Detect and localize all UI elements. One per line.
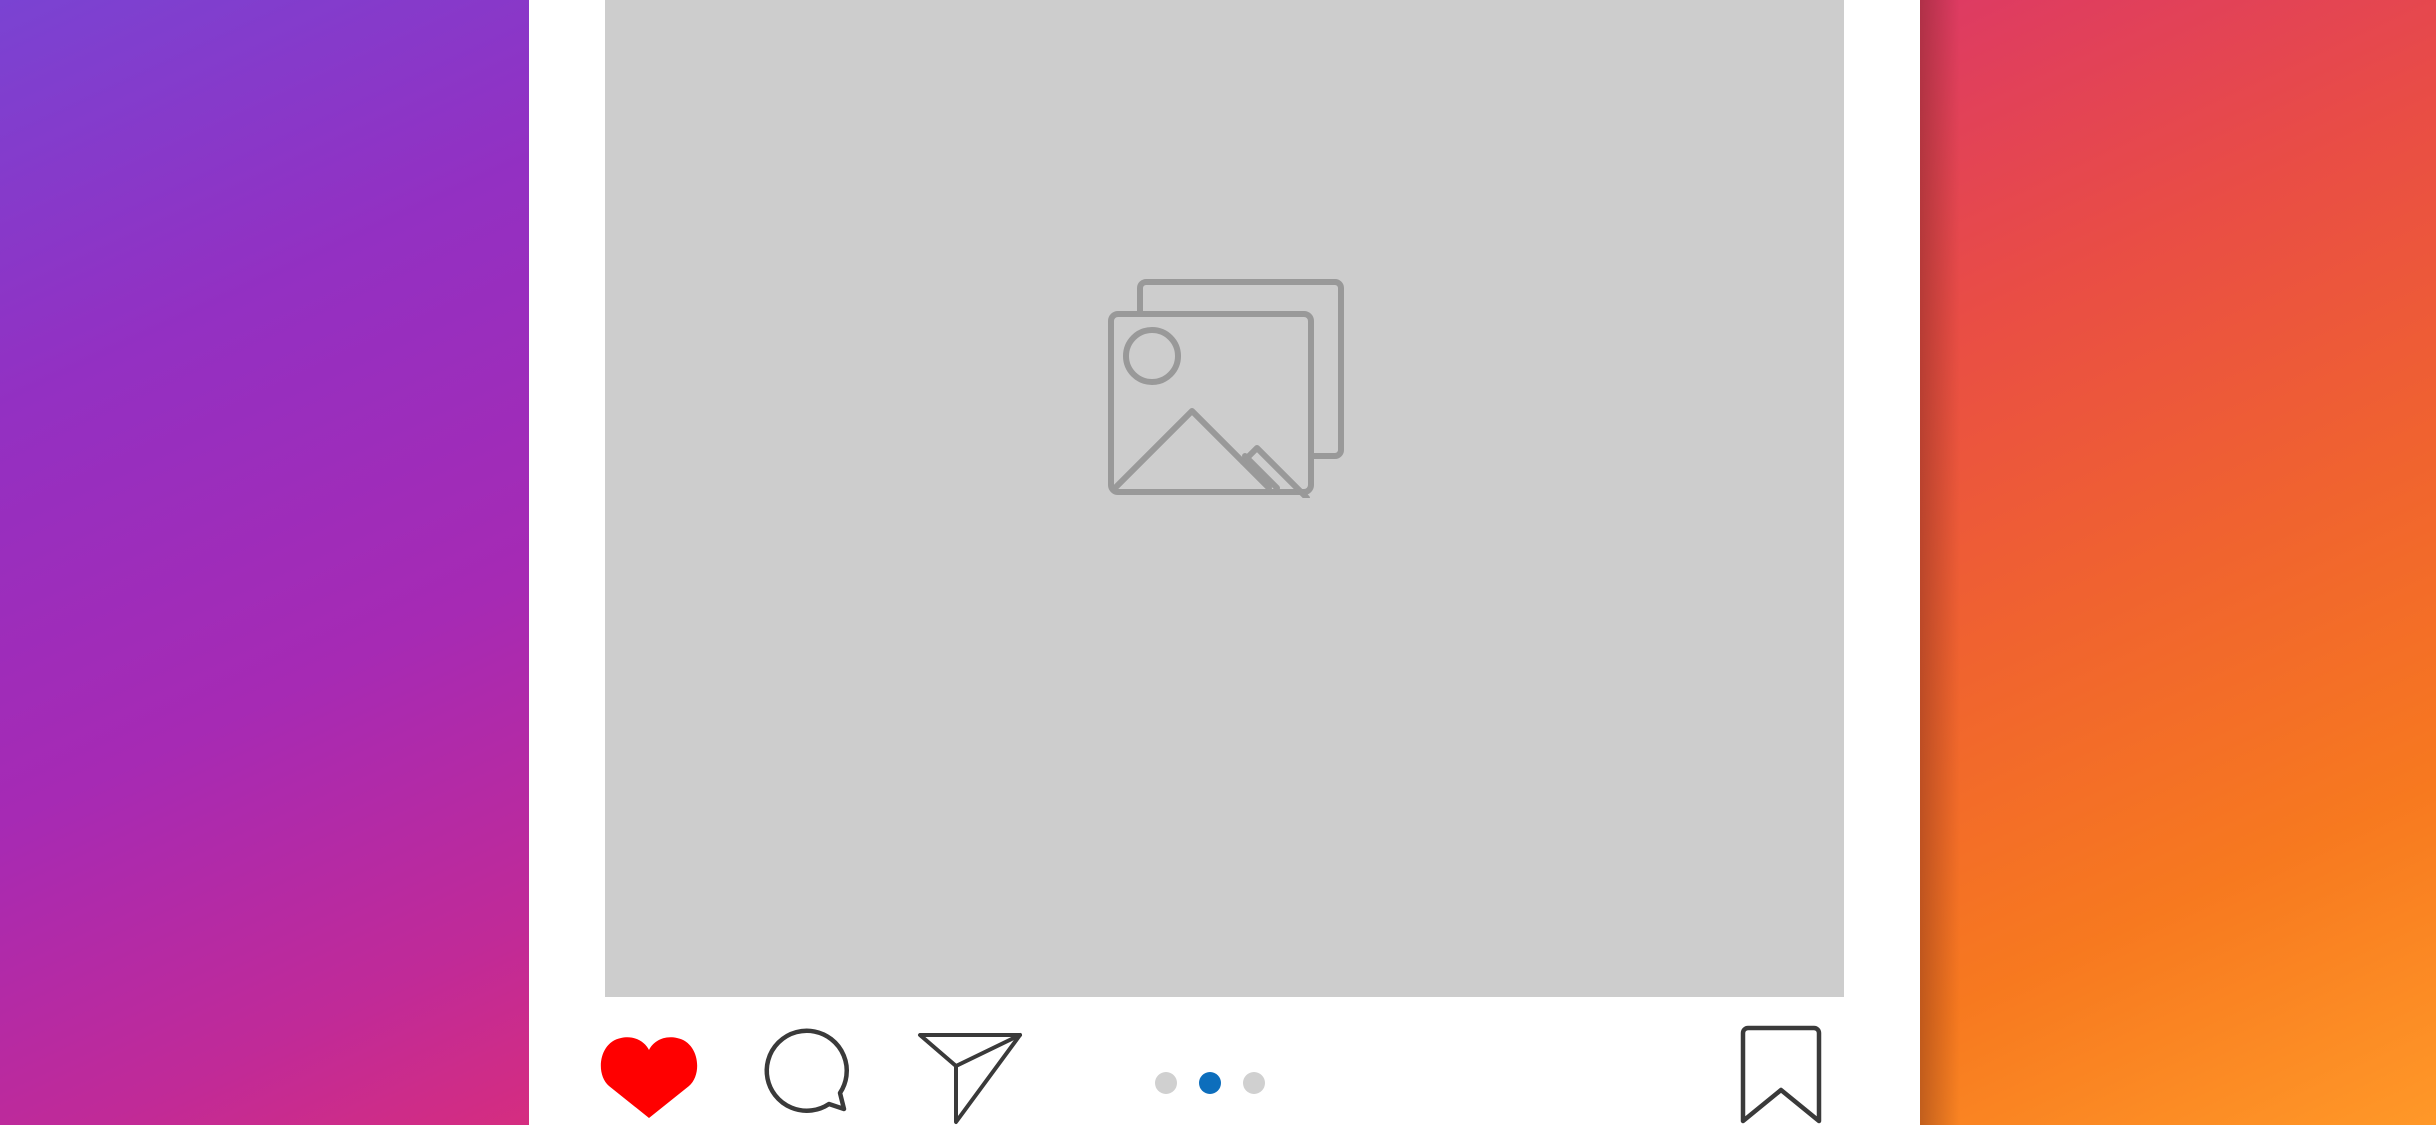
post-card: [529, 0, 1920, 1125]
carousel-indicator: [1155, 1072, 1277, 1094]
comment-bubble-icon[interactable]: [763, 1027, 853, 1117]
carousel-dot[interactable]: [1243, 1072, 1265, 1094]
background-gradient-right: [1920, 0, 2436, 1125]
carousel-dot-active[interactable]: [1199, 1072, 1221, 1094]
paper-plane-icon[interactable]: [916, 1030, 1026, 1125]
background-gradient-left: [0, 0, 529, 1125]
image-gallery-icon: [1108, 279, 1344, 498]
carousel-dot[interactable]: [1155, 1072, 1177, 1094]
bookmark-icon[interactable]: [1735, 1025, 1827, 1125]
heart-icon[interactable]: [599, 1030, 699, 1120]
post-media[interactable]: [605, 0, 1844, 997]
